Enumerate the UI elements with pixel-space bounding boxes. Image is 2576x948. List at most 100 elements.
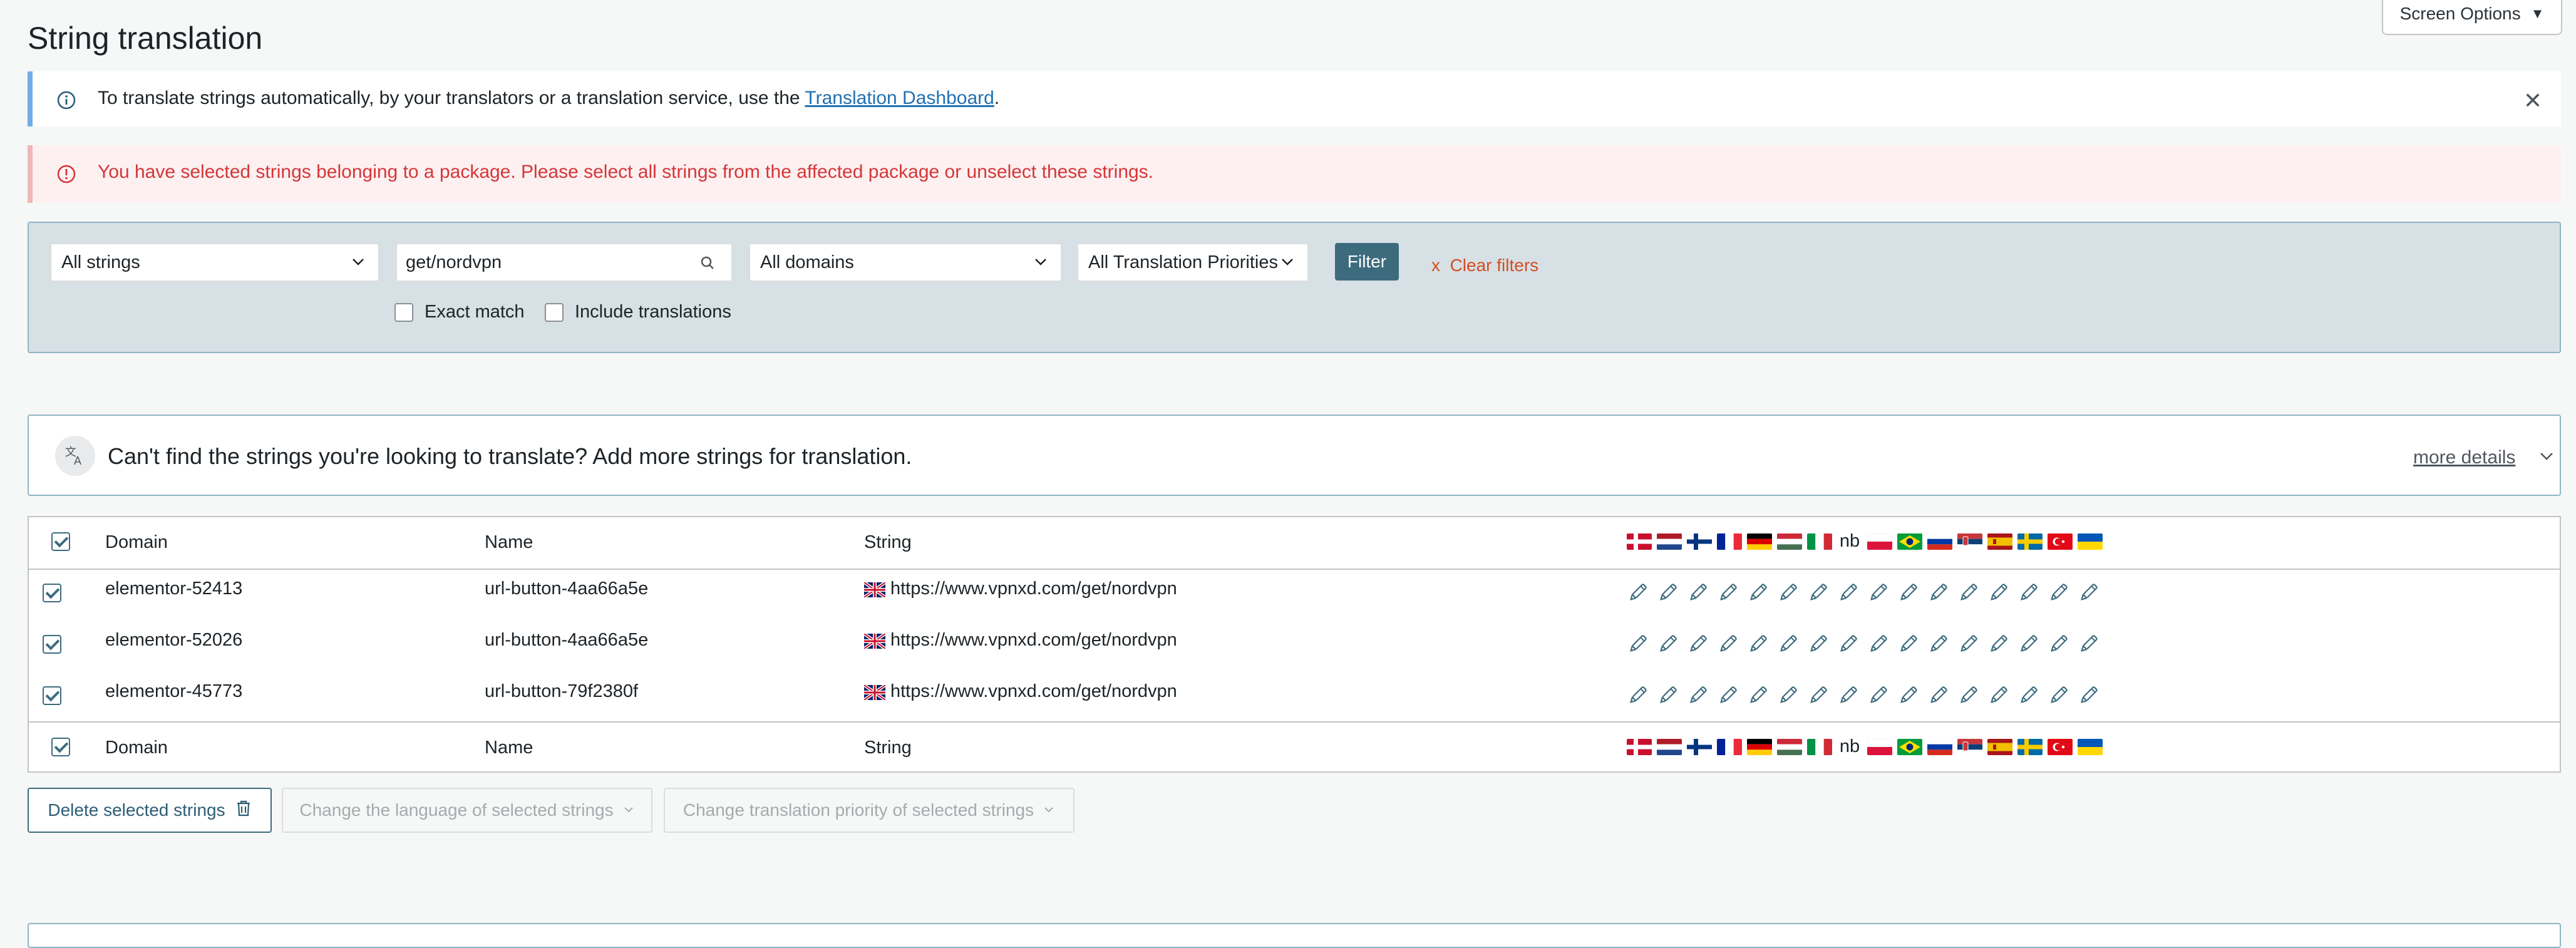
more-details-link[interactable]: more details — [2413, 447, 2515, 468]
edit-translation-ru-icon[interactable] — [1927, 684, 1950, 706]
edit-translation-it-icon[interactable] — [1807, 581, 1830, 604]
column-name[interactable]: Name — [485, 532, 533, 553]
alert-icon — [56, 164, 76, 189]
change-priority-button[interactable]: Change translation priority of selected … — [664, 788, 1074, 833]
flag-pt-br-icon — [1897, 738, 1922, 755]
edit-translation-it-icon[interactable] — [1807, 632, 1830, 655]
edit-translation-uk-icon[interactable] — [2078, 632, 2100, 655]
row-checkbox[interactable] — [43, 686, 61, 705]
flag-fi-icon — [1687, 533, 1712, 550]
language-label: nb — [1839, 531, 1860, 551]
chevron-down-icon[interactable] — [2537, 447, 2556, 469]
select-all-checkbox[interactable] — [51, 532, 70, 551]
edit-translation-nl-icon[interactable] — [1657, 684, 1679, 706]
delete-selected-button[interactable]: Delete selected strings — [28, 788, 272, 833]
edit-translation-fi-icon[interactable] — [1687, 632, 1709, 655]
row-checkbox[interactable] — [43, 635, 61, 654]
error-notice-text: You have selected strings belonging to a… — [98, 162, 1154, 182]
edit-translation-pt-br-icon[interactable] — [1897, 581, 1920, 604]
edit-translation-hu-icon[interactable] — [1777, 632, 1800, 655]
name-cell: url-button-4aa66a5e — [485, 630, 649, 650]
edit-translation-es-icon[interactable] — [1987, 632, 2010, 655]
domain-cell: elementor-45773 — [105, 681, 243, 701]
edit-translation-sv-icon[interactable] — [2017, 581, 2040, 604]
change-language-button[interactable]: Change the language of selected strings — [282, 788, 652, 833]
edit-translation-fr-icon[interactable] — [1717, 581, 1739, 604]
edit-translation-de-icon[interactable] — [1747, 632, 1770, 655]
translation-edit-icons — [1627, 581, 2100, 604]
edit-translation-ru-icon[interactable] — [1927, 581, 1950, 604]
flag-pt-br-icon — [1897, 533, 1922, 550]
edit-translation-nl-icon[interactable] — [1657, 632, 1679, 655]
uk-flag-icon — [863, 581, 887, 599]
edit-translation-nb-icon[interactable] — [1837, 632, 1860, 655]
strings-select[interactable]: All strings — [50, 243, 379, 282]
edit-translation-tr-icon[interactable] — [2048, 632, 2070, 655]
close-icon[interactable]: ✕ — [2523, 88, 2542, 114]
edit-translation-fr-icon[interactable] — [1717, 684, 1739, 706]
chevron-down-icon — [1279, 253, 1296, 276]
flag-es-icon — [1987, 738, 2012, 755]
row-checkbox[interactable] — [43, 584, 61, 602]
filter-button[interactable]: Filter — [1335, 243, 1399, 281]
domains-select[interactable]: All domains — [749, 243, 1062, 282]
edit-translation-de-icon[interactable] — [1747, 684, 1770, 706]
edit-translation-fi-icon[interactable] — [1687, 684, 1709, 706]
column-domain[interactable]: Domain — [105, 738, 168, 758]
exact-match-checkbox[interactable] — [394, 302, 413, 322]
edit-translation-nb-icon[interactable] — [1837, 684, 1860, 706]
edit-translation-fr-icon[interactable] — [1717, 632, 1739, 655]
edit-translation-es-icon[interactable] — [1987, 684, 2010, 706]
edit-translation-pl-icon[interactable] — [1867, 581, 1890, 604]
flag-pl-icon — [1867, 533, 1892, 550]
string-cell: https://www.vpnxd.com/get/nordvpn — [863, 681, 1177, 702]
edit-translation-pt-br-icon[interactable] — [1897, 632, 1920, 655]
search-input[interactable]: get/nordvpn — [396, 243, 733, 282]
search-icon[interactable] — [699, 254, 716, 277]
include-translations-checkbox[interactable] — [545, 302, 564, 322]
flag-fi-icon — [1687, 738, 1712, 755]
edit-translation-sr-icon[interactable] — [1957, 632, 1980, 655]
priorities-select[interactable]: All Translation Priorities — [1077, 243, 1309, 282]
column-string: String — [864, 532, 912, 552]
edit-translation-uk-icon[interactable] — [2078, 581, 2100, 604]
edit-translation-sv-icon[interactable] — [2017, 632, 2040, 655]
exact-match-option[interactable]: Exact match — [394, 302, 525, 322]
edit-translation-it-icon[interactable] — [1807, 684, 1830, 706]
screen-options-button[interactable]: Screen Options ▼ — [2382, 0, 2562, 35]
edit-translation-nl-icon[interactable] — [1657, 581, 1679, 604]
edit-translation-uk-icon[interactable] — [2078, 684, 2100, 706]
edit-translation-da-icon[interactable] — [1627, 581, 1649, 604]
edit-translation-sr-icon[interactable] — [1957, 581, 1980, 604]
edit-translation-hu-icon[interactable] — [1777, 684, 1800, 706]
flag-sr-icon — [1957, 533, 1982, 550]
edit-translation-ru-icon[interactable] — [1927, 632, 1950, 655]
clear-filters-link[interactable]: x Clear filters — [1431, 255, 1538, 276]
column-name[interactable]: Name — [485, 738, 533, 758]
clear-icon: x — [1431, 255, 1440, 275]
translation-dashboard-link[interactable]: Translation Dashboard — [805, 88, 994, 108]
include-translations-option[interactable]: Include translations — [545, 302, 731, 322]
translation-edit-icons — [1627, 684, 2100, 706]
column-domain[interactable]: Domain — [105, 532, 168, 553]
edit-translation-pt-br-icon[interactable] — [1897, 684, 1920, 706]
edit-translation-pl-icon[interactable] — [1867, 632, 1890, 655]
edit-translation-tr-icon[interactable] — [2048, 581, 2070, 604]
uk-flag-icon — [863, 684, 887, 702]
edit-translation-pl-icon[interactable] — [1867, 684, 1890, 706]
edit-translation-de-icon[interactable] — [1747, 581, 1770, 604]
edit-translation-nb-icon[interactable] — [1837, 581, 1860, 604]
domain-cell: elementor-52413 — [105, 579, 243, 599]
edit-translation-es-icon[interactable] — [1987, 581, 2010, 604]
filter-panel: All strings get/nordvpn All domains All … — [28, 222, 2561, 353]
bottom-panel — [28, 923, 2561, 948]
edit-translation-tr-icon[interactable] — [2048, 684, 2070, 706]
select-all-checkbox[interactable] — [51, 738, 70, 756]
edit-translation-sr-icon[interactable] — [1957, 684, 1980, 706]
add-strings-panel: 文A Can't find the strings you're looking… — [28, 415, 2561, 496]
edit-translation-da-icon[interactable] — [1627, 632, 1649, 655]
edit-translation-sv-icon[interactable] — [2017, 684, 2040, 706]
edit-translation-da-icon[interactable] — [1627, 684, 1649, 706]
edit-translation-fi-icon[interactable] — [1687, 581, 1709, 604]
edit-translation-hu-icon[interactable] — [1777, 581, 1800, 604]
